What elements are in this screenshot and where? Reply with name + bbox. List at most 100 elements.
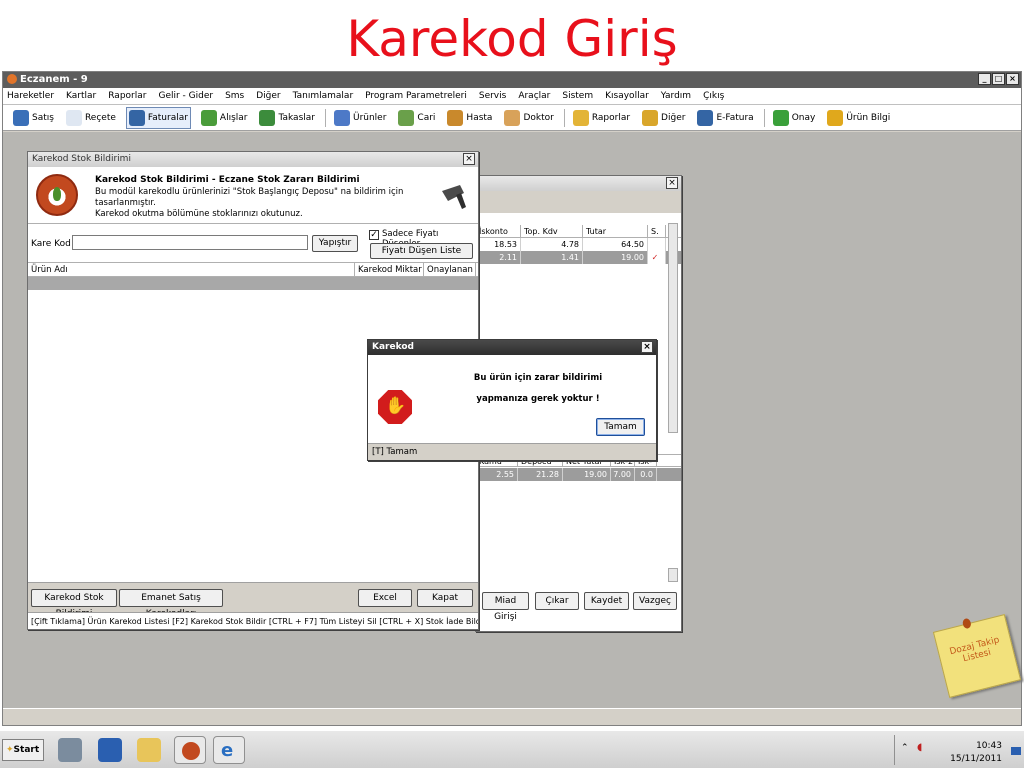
powershell-icon[interactable] bbox=[98, 738, 122, 762]
table-row[interactable]: 18.53 4.78 64.50 bbox=[476, 238, 681, 251]
lower-table-row[interactable]: 2.55 21.28 19.00 7.00 0.0 bbox=[476, 468, 681, 481]
col-tutar[interactable]: Tutar bbox=[583, 225, 648, 237]
toolbar-label: Satış bbox=[32, 112, 54, 123]
toolbar-label: Raporlar bbox=[591, 112, 631, 123]
toolbar-takaslar-button[interactable]: Takaslar bbox=[257, 107, 317, 129]
toolbar-cari-button[interactable]: Cari bbox=[396, 107, 437, 129]
clock[interactable]: 10:43 15/11/2011 bbox=[950, 740, 1002, 766]
cell: 19.00 bbox=[563, 468, 611, 481]
close-button[interactable]: × bbox=[1006, 73, 1019, 85]
stock-window-titlebar: Karekod Stok Bildirimi × bbox=[28, 152, 478, 167]
table-row-selected[interactable]: 2.11 1.41 19.00 ✓ bbox=[476, 251, 681, 264]
windows-logo-icon: ✦ bbox=[6, 745, 14, 755]
taskbar: ✦Start e ⌃ ◖ 10:43 15/11/2011 bbox=[0, 730, 1024, 768]
toolbar-separator bbox=[324, 108, 326, 127]
invoice-window-titlebar: × bbox=[476, 176, 681, 191]
toolbar-al-lar-button[interactable]: Alışlar bbox=[199, 107, 250, 129]
col-top-kdv[interactable]: Top. Kdv bbox=[521, 225, 583, 237]
invoice-close-button[interactable]: × bbox=[666, 177, 678, 189]
menu-kartlar[interactable]: Kartlar bbox=[66, 88, 96, 104]
app-title: Eczanem - 9 bbox=[20, 74, 88, 85]
toolbar-separator bbox=[563, 108, 565, 127]
start-button[interactable]: ✦Start bbox=[2, 739, 44, 761]
emanet-satis-karekodlari-button[interactable]: Emanet Satış Karekodları bbox=[119, 589, 223, 619]
menu-raporlar[interactable]: Raporlar bbox=[108, 88, 146, 104]
toolbar-e-fatura-button[interactable]: E-Fatura bbox=[695, 107, 755, 129]
cell: 7.00 bbox=[611, 468, 635, 481]
toolbar-raporlar-button[interactable]: Raporlar bbox=[571, 107, 632, 129]
tamam-button[interactable]: Tamam bbox=[596, 418, 645, 436]
toolbar-di-er-button[interactable]: Diğer bbox=[640, 107, 687, 129]
stop-hand-icon bbox=[378, 390, 412, 424]
menu-sms[interactable]: Sms bbox=[225, 88, 244, 104]
kapat-button[interactable]: Kapat bbox=[417, 589, 473, 607]
cell: 2.55 bbox=[476, 468, 518, 481]
vazgec-button[interactable]: Vazgeç bbox=[633, 592, 677, 610]
only-price-drop-checkbox[interactable]: ✓ bbox=[369, 230, 379, 240]
menu-hareketler[interactable]: Hareketler bbox=[7, 88, 54, 104]
menu-araclar[interactable]: Araçlar bbox=[518, 88, 550, 104]
col-onaylanan[interactable]: Onaylanan bbox=[424, 263, 476, 276]
menu-tanimlamalar[interactable]: Tanımlamalar bbox=[293, 88, 354, 104]
eczanem-logo-icon bbox=[182, 742, 200, 760]
minimize-button[interactable]: _ bbox=[978, 73, 991, 85]
toolbar-doktor-button[interactable]: Doktor bbox=[502, 107, 555, 129]
menu-gelir-gider[interactable]: Gelir - Gider bbox=[158, 88, 213, 104]
tray-expand-icon[interactable]: ⌃ bbox=[901, 743, 909, 753]
paste-button[interactable]: Yapıştır bbox=[312, 235, 358, 252]
kare-kod-input[interactable] bbox=[72, 235, 308, 250]
col-karekod-miktar[interactable]: Karekod Miktar bbox=[355, 263, 424, 276]
clock-date: 15/11/2011 bbox=[950, 754, 1002, 764]
cell bbox=[648, 238, 666, 251]
toolbar-label: Ürün Bilgi bbox=[846, 112, 891, 123]
stock-window-close-button[interactable]: × bbox=[463, 153, 475, 165]
menu-diger[interactable]: Diğer bbox=[256, 88, 280, 104]
kaydet-button[interactable]: Kaydet bbox=[584, 592, 629, 610]
server-manager-icon[interactable] bbox=[58, 738, 82, 762]
toolbar--r-n-bilgi-button[interactable]: Ürün Bilgi bbox=[825, 107, 892, 129]
kare-kod-label: Kare Kod : bbox=[31, 239, 77, 249]
cikar-button[interactable]: Çıkar bbox=[535, 592, 579, 610]
info-check-icon bbox=[827, 109, 844, 126]
toolbar-hasta-button[interactable]: Hasta bbox=[445, 107, 494, 129]
toolbar-faturalar-button[interactable]: Faturalar bbox=[125, 106, 191, 129]
menu-program-parametreleri[interactable]: Program Parametreleri bbox=[365, 88, 467, 104]
stock-list-selected-row[interactable] bbox=[28, 277, 478, 290]
eczanem-taskbar-icon[interactable] bbox=[174, 736, 206, 764]
invoice-scrollbar[interactable] bbox=[668, 223, 678, 433]
start-label: Start bbox=[13, 745, 40, 755]
price-drop-list-button[interactable]: Fiyatı Düşen Liste bbox=[370, 243, 473, 259]
show-desktop-icon[interactable] bbox=[1011, 747, 1021, 755]
toolbar-re-ete-button[interactable]: Reçete bbox=[64, 107, 118, 129]
toolbar-sat--button[interactable]: Satış bbox=[11, 107, 56, 129]
dialog-close-button[interactable]: × bbox=[641, 341, 653, 353]
toolbar-label: Alışlar bbox=[219, 112, 248, 123]
shortcut-hint-bar: [Çift Tıklama] Ürün Karekod Listesi [F2]… bbox=[28, 612, 478, 629]
stock-header-line-2: Karekod okutma bölümüne stoklarınızı oku… bbox=[95, 209, 303, 219]
toolbar-label: Ürünler bbox=[352, 112, 387, 123]
menu-yardim[interactable]: Yardım bbox=[661, 88, 691, 104]
cell: 1.41 bbox=[521, 251, 583, 264]
col-urun-adi[interactable]: Ürün Adı bbox=[28, 263, 355, 276]
maximize-button[interactable]: □ bbox=[992, 73, 1005, 85]
stock-window-title: Karekod Stok Bildirimi bbox=[32, 154, 131, 164]
menu-cikis[interactable]: Çıkış bbox=[703, 88, 724, 104]
toolbar--r-nler-button[interactable]: Ürünler bbox=[332, 107, 388, 129]
internet-explorer-icon[interactable]: e bbox=[213, 736, 245, 764]
patient-icon bbox=[447, 109, 464, 126]
menu-sistem[interactable]: Sistem bbox=[562, 88, 593, 104]
scroll-right-arrow[interactable] bbox=[668, 568, 678, 582]
excel-button[interactable]: Excel bbox=[358, 589, 412, 607]
menu-servis[interactable]: Servis bbox=[479, 88, 506, 104]
clock-time: 10:43 bbox=[976, 741, 1002, 751]
karekod-stok-bildirimi-button[interactable]: Karekod Stok Bildirimi bbox=[31, 589, 117, 619]
volume-muted-icon[interactable]: ◖ bbox=[917, 742, 922, 753]
col-iskonto[interactable]: İskonto bbox=[476, 225, 521, 237]
toolbar-onay-button[interactable]: Onay bbox=[771, 107, 818, 129]
barcode-scanner-icon bbox=[442, 185, 466, 209]
miad-girisi-button[interactable]: Miad Girişi bbox=[482, 592, 529, 622]
cell: 19.00 bbox=[583, 251, 648, 264]
menu-kisayollar[interactable]: Kısayollar bbox=[605, 88, 649, 104]
folder-icon[interactable] bbox=[137, 738, 161, 762]
col-s[interactable]: S. bbox=[648, 225, 666, 237]
